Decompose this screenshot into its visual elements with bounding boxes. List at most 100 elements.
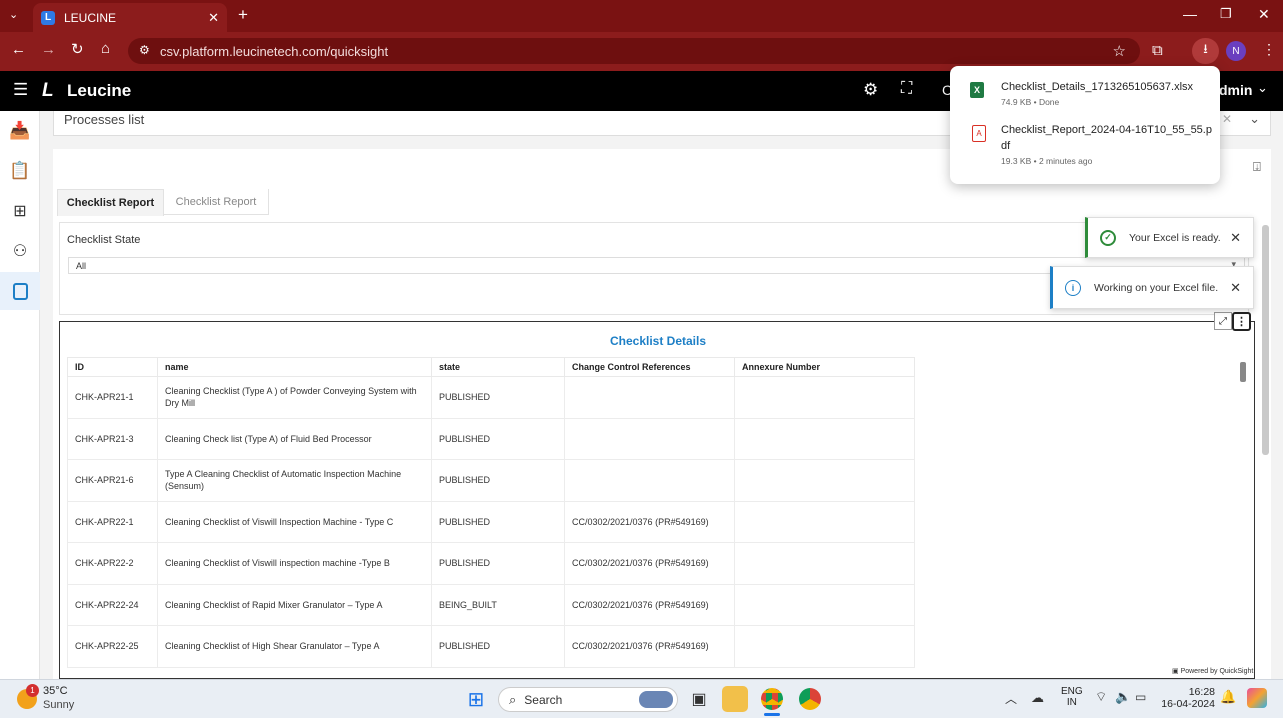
inbox-icon[interactable]: 📥 bbox=[0, 114, 40, 148]
site-info-icon[interactable]: ⚙ bbox=[139, 43, 150, 57]
tray-overflow-icon[interactable]: ︿ bbox=[1005, 690, 1017, 707]
downloads-icon[interactable]: ⭳ bbox=[1192, 38, 1219, 64]
table-row[interactable]: CHK-APR22-1 Cleaning Checklist of Viswill… bbox=[67, 500, 915, 543]
leucine-logo-icon[interactable]: L bbox=[42, 80, 54, 102]
checklist-table: ID name state Change Control References … bbox=[67, 357, 915, 668]
hamburger-menu-icon[interactable]: ☰ bbox=[13, 80, 28, 100]
task-view-icon[interactable]: ▣ bbox=[686, 686, 712, 712]
settings-gear-icon[interactable]: ⚙ bbox=[863, 80, 878, 100]
cell-id: CHK-APR22-1 bbox=[67, 500, 158, 543]
column-header-id[interactable]: ID bbox=[67, 357, 158, 377]
download-filename-line1: Checklist_Report_2024-04-16T10_55_55.p bbox=[1001, 124, 1212, 136]
download-item-pdf[interactable]: A Checklist_Report_2024-04-16T10_55_55.p… bbox=[950, 114, 1220, 174]
table-row[interactable]: CHK-APR22-24 Cleaning Checklist of Rapid … bbox=[67, 583, 915, 626]
visual-scrollbar-thumb[interactable] bbox=[1240, 362, 1246, 382]
column-header-name[interactable]: name bbox=[157, 357, 432, 377]
file-explorer-icon[interactable] bbox=[722, 686, 748, 712]
bookmark-star-icon[interactable]: ☆ bbox=[1113, 42, 1126, 60]
user-menu-chevron-icon[interactable]: ⌄ bbox=[1257, 80, 1268, 96]
table-row[interactable]: CHK-APR21-6 Type A Cleaning Checklist of … bbox=[67, 459, 915, 502]
cell-id: CHK-APR21-6 bbox=[67, 459, 158, 502]
language-indicator[interactable]: ENG IN bbox=[1061, 686, 1083, 708]
clear-select-icon[interactable]: ✕ bbox=[1222, 112, 1232, 126]
toast-info: i Working on your Excel file. ✕ bbox=[1050, 266, 1254, 309]
onedrive-icon[interactable]: ☁ bbox=[1031, 690, 1044, 706]
sidebar: 📥 📋 ⊞ ⚇ bbox=[0, 111, 40, 679]
copilot-icon[interactable] bbox=[1247, 688, 1267, 708]
notification-bell-icon[interactable]: 🔔 bbox=[1220, 689, 1236, 705]
new-tab-icon[interactable]: + bbox=[238, 5, 248, 25]
table-row[interactable]: CHK-APR21-3 Cleaning Check list (Type A) … bbox=[67, 417, 915, 460]
reload-icon[interactable]: ↻ bbox=[71, 40, 84, 58]
tab-search-chevron-icon[interactable]: ⌄ bbox=[9, 8, 18, 21]
table-row[interactable]: CHK-APR22-25 Cleaning Checklist of High S… bbox=[67, 625, 915, 668]
restore-icon[interactable]: ❐ bbox=[1220, 6, 1232, 22]
expand-visual-icon[interactable]: ⤢ bbox=[1214, 312, 1232, 330]
minimize-icon[interactable]: — bbox=[1183, 6, 1197, 22]
column-header-ccr[interactable]: Change Control References bbox=[564, 357, 735, 377]
chrome-icon[interactable] bbox=[759, 686, 785, 712]
hierarchy-icon[interactable]: ⊞ bbox=[0, 194, 40, 228]
address-bar[interactable]: ⚙ csv.platform.leucinetech.com/quicksigh… bbox=[128, 38, 1140, 64]
export-icon[interactable]: ⍗ bbox=[1253, 159, 1261, 175]
volume-icon[interactable]: 🔈 bbox=[1115, 689, 1131, 705]
tab-close-icon[interactable]: ✕ bbox=[208, 10, 219, 26]
cell-annexure bbox=[734, 542, 915, 585]
search-label: Search bbox=[524, 692, 563, 707]
cell-annexure bbox=[734, 417, 915, 460]
lang-line2: IN bbox=[1066, 697, 1077, 708]
cell-state: PUBLISHED bbox=[431, 625, 565, 668]
tab-checklist-report-active[interactable]: Checklist Report bbox=[57, 189, 164, 216]
tab-checklist-report[interactable]: Checklist Report bbox=[164, 189, 269, 215]
cell-name: Cleaning Checklist (Type A ) of Powder C… bbox=[157, 376, 432, 419]
lang-line1: ENG bbox=[1061, 686, 1083, 697]
cell-ccr: CC/0302/2021/0376 (PR#549169) bbox=[564, 583, 735, 626]
browser-tab[interactable]: L LEUCINE ✕ bbox=[33, 3, 227, 32]
checklist-clipboard-icon[interactable]: 📋 bbox=[0, 154, 40, 188]
toast-close-icon[interactable]: ✕ bbox=[1230, 230, 1241, 246]
cell-name: Cleaning Checklist of Viswill inspection… bbox=[157, 542, 432, 585]
search-highlight-icon bbox=[639, 691, 673, 708]
home-icon[interactable]: ⌂ bbox=[101, 40, 110, 57]
filter-value: All bbox=[76, 261, 87, 271]
url-text: csv.platform.leucinetech.com/quicksight bbox=[160, 43, 389, 59]
table-row[interactable]: CHK-APR22-2 Cleaning Checklist of Viswill… bbox=[67, 542, 915, 585]
chrome-profile-icon[interactable] bbox=[797, 686, 823, 712]
cell-name: Type A Cleaning Checklist of Automatic I… bbox=[157, 459, 432, 502]
toast-success: ✓ Your Excel is ready. ✕ bbox=[1085, 217, 1254, 258]
weather-desc: Sunny bbox=[43, 699, 75, 711]
org-chart-icon[interactable]: ⚇ bbox=[0, 234, 40, 268]
scan-icon[interactable]: ⛶ bbox=[901, 80, 912, 98]
download-item-excel[interactable]: X Checklist_Details_1713265105637.xlsx 7… bbox=[950, 66, 1220, 110]
user-name[interactable]: dmin bbox=[1219, 82, 1252, 98]
window-close-icon[interactable]: ✕ bbox=[1258, 6, 1270, 23]
battery-icon[interactable]: ▭ bbox=[1135, 690, 1146, 704]
windows-start-icon[interactable]: ⊞ bbox=[463, 686, 489, 712]
reports-nav-item[interactable] bbox=[0, 272, 40, 310]
weather-badge: 1 bbox=[26, 684, 39, 697]
cell-name: Cleaning Checklist of High Shear Granula… bbox=[157, 625, 432, 668]
cell-id: CHK-APR22-2 bbox=[67, 542, 158, 585]
table-header-row: ID name state Change Control References … bbox=[67, 357, 915, 377]
select-chevron-icon[interactable]: ⌄ bbox=[1249, 111, 1260, 127]
wifi-icon[interactable]: ⌔ bbox=[1095, 689, 1107, 705]
visual-menu-icon[interactable]: ⋮ bbox=[1232, 312, 1251, 331]
table-container: ID name state Change Control References … bbox=[67, 357, 915, 668]
cell-state: BEING_BUILT bbox=[431, 583, 565, 626]
profile-avatar[interactable]: N bbox=[1226, 41, 1246, 61]
column-header-annexure[interactable]: Annexure Number bbox=[734, 357, 915, 377]
extensions-icon[interactable]: ⧉ bbox=[1152, 42, 1163, 59]
browser-menu-icon[interactable]: ⋮ bbox=[1262, 41, 1276, 58]
table-row[interactable]: CHK-APR21-1 Cleaning Checklist (Type A ) … bbox=[67, 376, 915, 419]
toast-close-icon[interactable]: ✕ bbox=[1230, 280, 1241, 296]
clock-date: 16-04-2024 bbox=[1161, 698, 1215, 710]
page-scrollbar-thumb[interactable] bbox=[1262, 225, 1269, 455]
forward-icon[interactable]: → bbox=[41, 41, 56, 58]
cell-id: CHK-APR22-24 bbox=[67, 583, 158, 626]
search-icon: ⌕ bbox=[509, 691, 517, 707]
column-header-state[interactable]: state bbox=[431, 357, 565, 377]
download-meta: 19.3 KB • 2 minutes ago bbox=[1001, 156, 1093, 166]
back-icon[interactable]: ← bbox=[11, 41, 26, 58]
taskbar-search[interactable]: ⌕ Search bbox=[498, 687, 678, 712]
clock[interactable]: 16:28 16-04-2024 bbox=[1161, 686, 1215, 710]
